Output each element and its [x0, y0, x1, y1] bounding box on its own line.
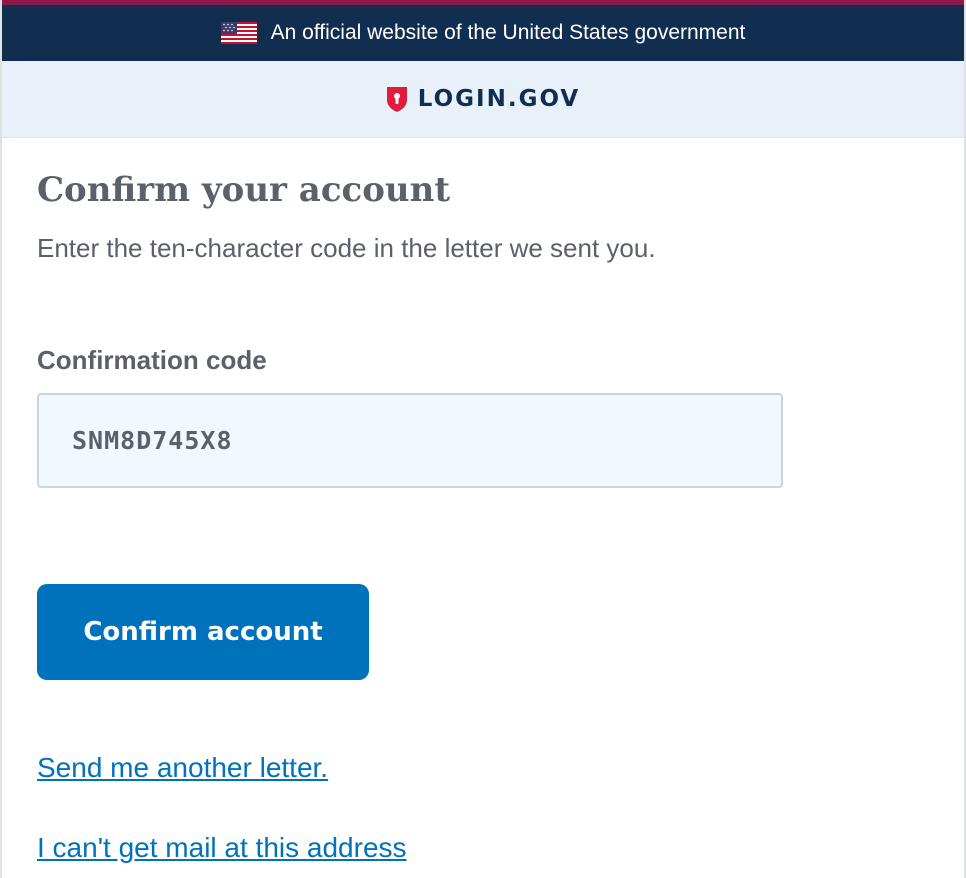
cant-get-mail-link[interactable]: I can't get mail at this address — [37, 832, 407, 864]
gov-banner: An official website of the United States… — [2, 5, 964, 61]
send-another-letter-link[interactable]: Send me another letter. — [37, 752, 328, 784]
confirm-account-button[interactable]: Confirm account — [37, 584, 369, 680]
page: An official website of the United States… — [0, 0, 966, 878]
page-subtitle: Enter the ten-character code in the lett… — [37, 233, 656, 263]
confirmation-code-label: Confirmation code — [37, 345, 267, 375]
site-header: LOGIN.GOV — [2, 61, 964, 138]
confirmation-code-input[interactable] — [37, 393, 783, 488]
logo-text[interactable]: LOGIN.GOV — [418, 86, 580, 112]
page-title: Confirm your account — [37, 170, 451, 210]
gov-banner-text: An official website of the United States… — [270, 21, 746, 44]
us-flag-icon — [220, 22, 257, 44]
shield-lock-icon — [386, 87, 407, 112]
